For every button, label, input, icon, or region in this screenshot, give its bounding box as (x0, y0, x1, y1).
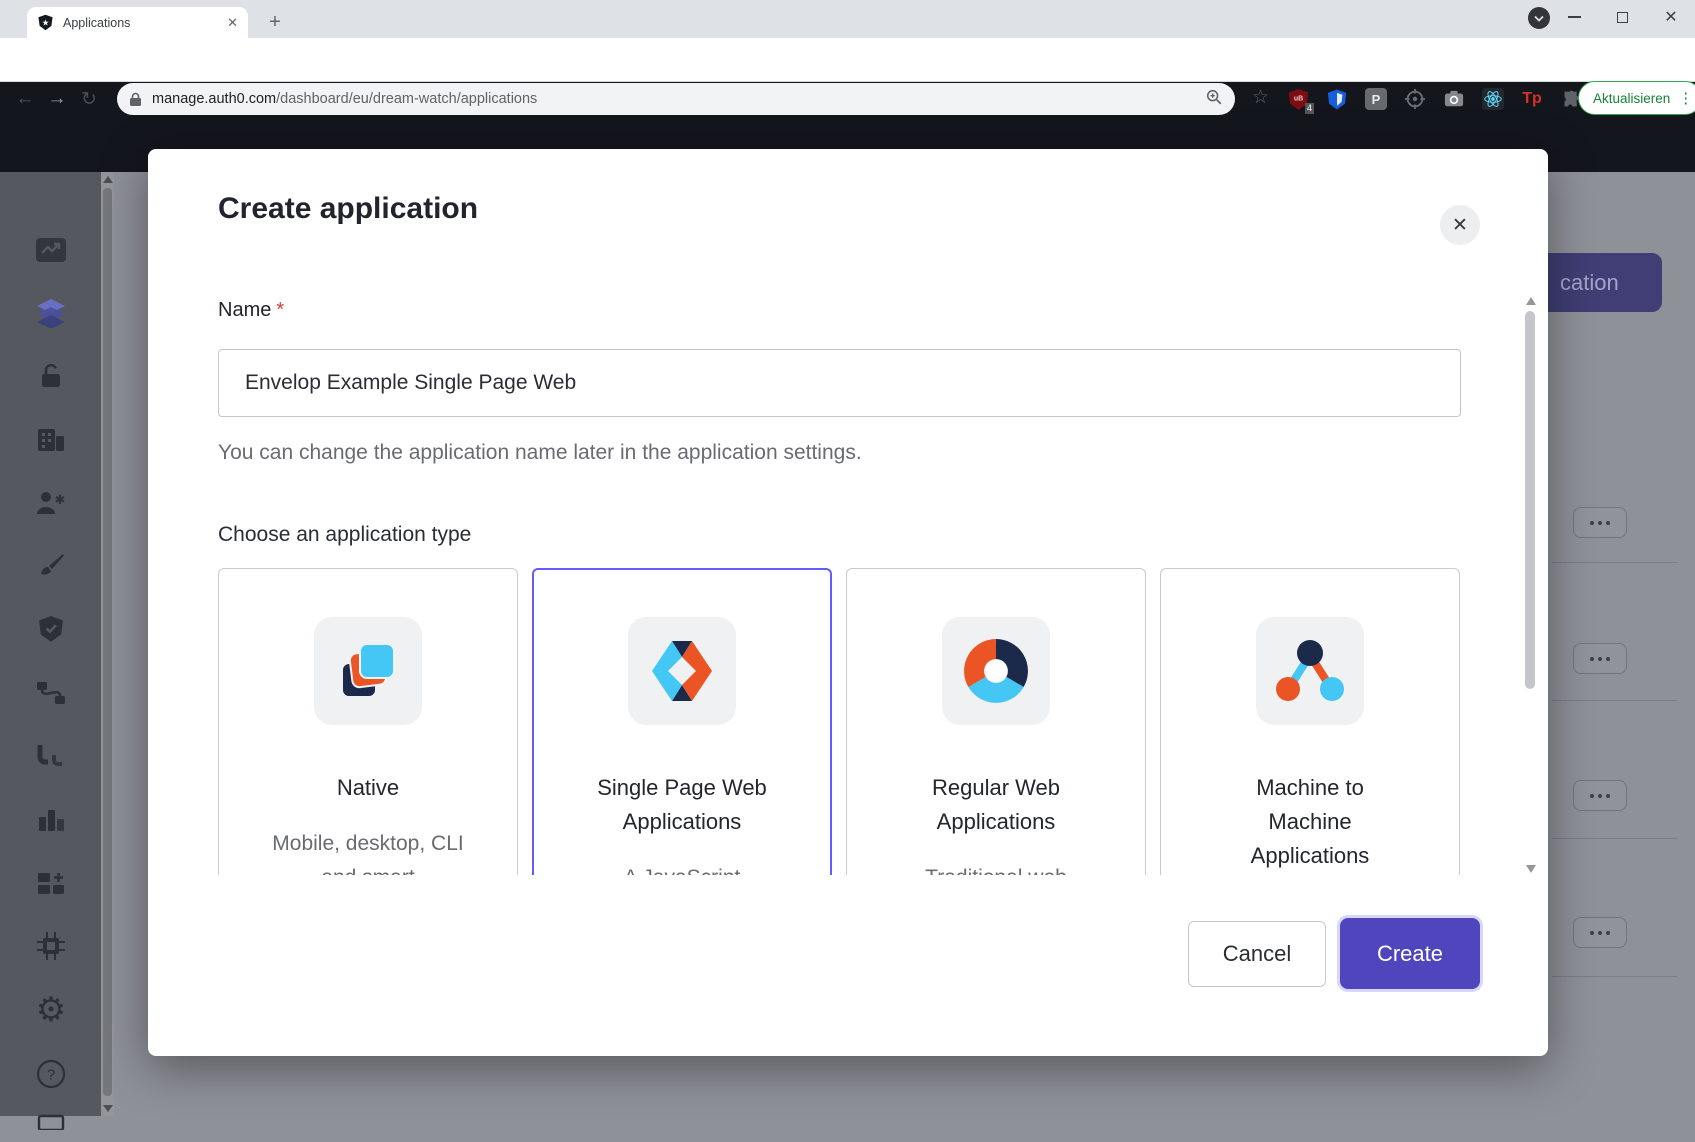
sidebar-item-security[interactable] (31, 609, 71, 649)
page-scrollbar[interactable] (101, 172, 114, 1116)
modal-body: Name* You can change the application nam… (148, 149, 1548, 875)
url-path: /dashboard/eu/dream-watch/applications (276, 91, 537, 107)
row-divider (1552, 976, 1677, 977)
sidebar-item-user-management[interactable]: ✱ (31, 483, 71, 523)
native-icon (314, 617, 422, 725)
card-title: Single Page Web Applications (591, 771, 773, 839)
sidebar-item-auth-pipeline[interactable] (31, 736, 71, 776)
sidebar: ✱ ⚙ ? (0, 172, 101, 1116)
card-description: Mobile, desktop, CLI and smart (272, 827, 464, 875)
sidebar-item-extensions[interactable] (31, 926, 71, 966)
sidebar-item-help[interactable]: ? (31, 1054, 71, 1094)
auth0-favicon-icon: ★ (37, 14, 54, 31)
svg-text:✱: ✱ (55, 492, 66, 507)
bitwarden-extension-icon[interactable] (1325, 87, 1349, 111)
card-title: Regular Web Applications (905, 771, 1087, 839)
window-minimize-button[interactable] (1551, 0, 1597, 34)
lock-icon (129, 92, 142, 107)
new-tab-button[interactable]: + (262, 10, 288, 36)
camera-extension-icon[interactable] (1442, 87, 1466, 111)
update-chrome-button[interactable]: Aktualisieren ⋮ (1578, 81, 1695, 115)
app-type-card-m2m[interactable]: Machine to Machine Applications (1160, 568, 1460, 875)
app-type-card-regular-web[interactable]: Regular Web Applications Traditional web (846, 568, 1146, 875)
url-bar[interactable]: manage.auth0.com/dashboard/eu/dream-watc… (117, 83, 1235, 115)
application-name-input[interactable] (218, 349, 1461, 417)
sidebar-item-settings[interactable]: ⚙ (31, 990, 71, 1030)
back-button[interactable]: ← (10, 84, 40, 114)
browser-toolbar: ← → ↻ manage.auth0.com/dashboard/eu/drea… (0, 38, 1695, 82)
ublock-extension-icon[interactable]: uB 4 (1286, 87, 1310, 111)
ublock-badge: 4 (1305, 103, 1314, 114)
create-application-button-background[interactable]: cation (1548, 253, 1662, 312)
scroll-up-icon[interactable] (103, 176, 113, 183)
sidebar-item-monitoring[interactable] (31, 800, 71, 840)
react-devtools-extension-icon[interactable] (1481, 87, 1505, 111)
url-host: manage.auth0.com (152, 91, 276, 107)
sidebar-item-actions[interactable] (31, 673, 71, 713)
sidebar-item-monitor[interactable] (31, 1102, 71, 1142)
window-maximize-button[interactable] (1599, 0, 1645, 34)
card-description: Traditional web (900, 861, 1092, 875)
tampermonkey-extension-icon[interactable]: Tp (1520, 87, 1544, 111)
sidebar-item-authentication[interactable] (31, 356, 71, 396)
scrollbar-thumb[interactable] (103, 188, 112, 1096)
sidebar-item-organizations[interactable] (31, 420, 71, 460)
name-help-text: You can change the application name late… (218, 441, 862, 465)
browser-menu-icon[interactable]: ⋮ (1678, 89, 1693, 107)
crosshair-extension-icon[interactable] (1403, 87, 1427, 111)
row-actions-button[interactable] (1573, 643, 1627, 674)
create-application-modal: Create application ✕ Name* You can chang… (148, 149, 1548, 1056)
scroll-up-icon[interactable] (1526, 297, 1536, 305)
row-divider (1552, 838, 1677, 839)
modal-scrollbar[interactable] (1522, 295, 1540, 875)
bookmark-star-icon[interactable]: ☆ (1252, 86, 1269, 109)
cancel-button[interactable]: Cancel (1188, 921, 1326, 987)
row-actions-button[interactable] (1573, 780, 1627, 811)
scroll-down-icon[interactable] (103, 1105, 113, 1112)
tab-title: Applications (63, 16, 227, 30)
row-divider (1552, 700, 1677, 701)
svg-text:uB: uB (1293, 95, 1302, 102)
regular-web-icon (942, 617, 1050, 725)
tab-close-icon[interactable]: ✕ (227, 15, 238, 31)
required-marker: * (276, 299, 284, 321)
m2m-icon (1256, 617, 1364, 725)
row-actions-button[interactable] (1573, 507, 1627, 538)
application-type-section-label: Choose an application type (218, 523, 471, 547)
p-extension-icon[interactable]: P (1364, 87, 1388, 111)
scroll-down-icon[interactable] (1526, 865, 1536, 873)
browser-tab-strip: ★ Applications ✕ + ✕ (0, 0, 1695, 38)
application-type-cards: Native Mobile, desktop, CLI and smart Si… (218, 568, 1461, 875)
spa-icon (628, 617, 736, 725)
modal-scrollbar-thumb[interactable] (1525, 311, 1535, 689)
svg-text:?: ? (47, 1067, 55, 1084)
browser-update-icon[interactable] (1528, 7, 1550, 29)
row-divider (1552, 562, 1677, 563)
browser-tab[interactable]: ★ Applications ✕ (27, 7, 248, 38)
extension-row: uB 4 P Tp L (1286, 82, 1622, 116)
sidebar-item-branding[interactable] (31, 546, 71, 586)
sidebar-item-activity[interactable] (31, 230, 71, 270)
sidebar-item-marketplace[interactable] (31, 863, 71, 903)
window-close-button[interactable]: ✕ (1648, 0, 1694, 34)
name-label: Name* (218, 299, 284, 322)
reload-button[interactable]: ↻ (74, 84, 104, 114)
app-type-card-spa[interactable]: Single Page Web Applications A JavaScrip… (532, 568, 832, 875)
forward-button[interactable]: → (42, 84, 72, 114)
card-title: Native (277, 771, 459, 805)
create-button[interactable]: Create (1340, 918, 1480, 989)
svg-text:★: ★ (42, 18, 50, 28)
row-actions-button[interactable] (1573, 917, 1627, 948)
card-title: Machine to Machine Applications (1219, 771, 1401, 873)
card-description: A JavaScript (586, 861, 778, 875)
sidebar-item-applications[interactable] (31, 293, 71, 333)
app-type-card-native[interactable]: Native Mobile, desktop, CLI and smart (218, 568, 518, 875)
zoom-icon[interactable] (1205, 88, 1223, 111)
